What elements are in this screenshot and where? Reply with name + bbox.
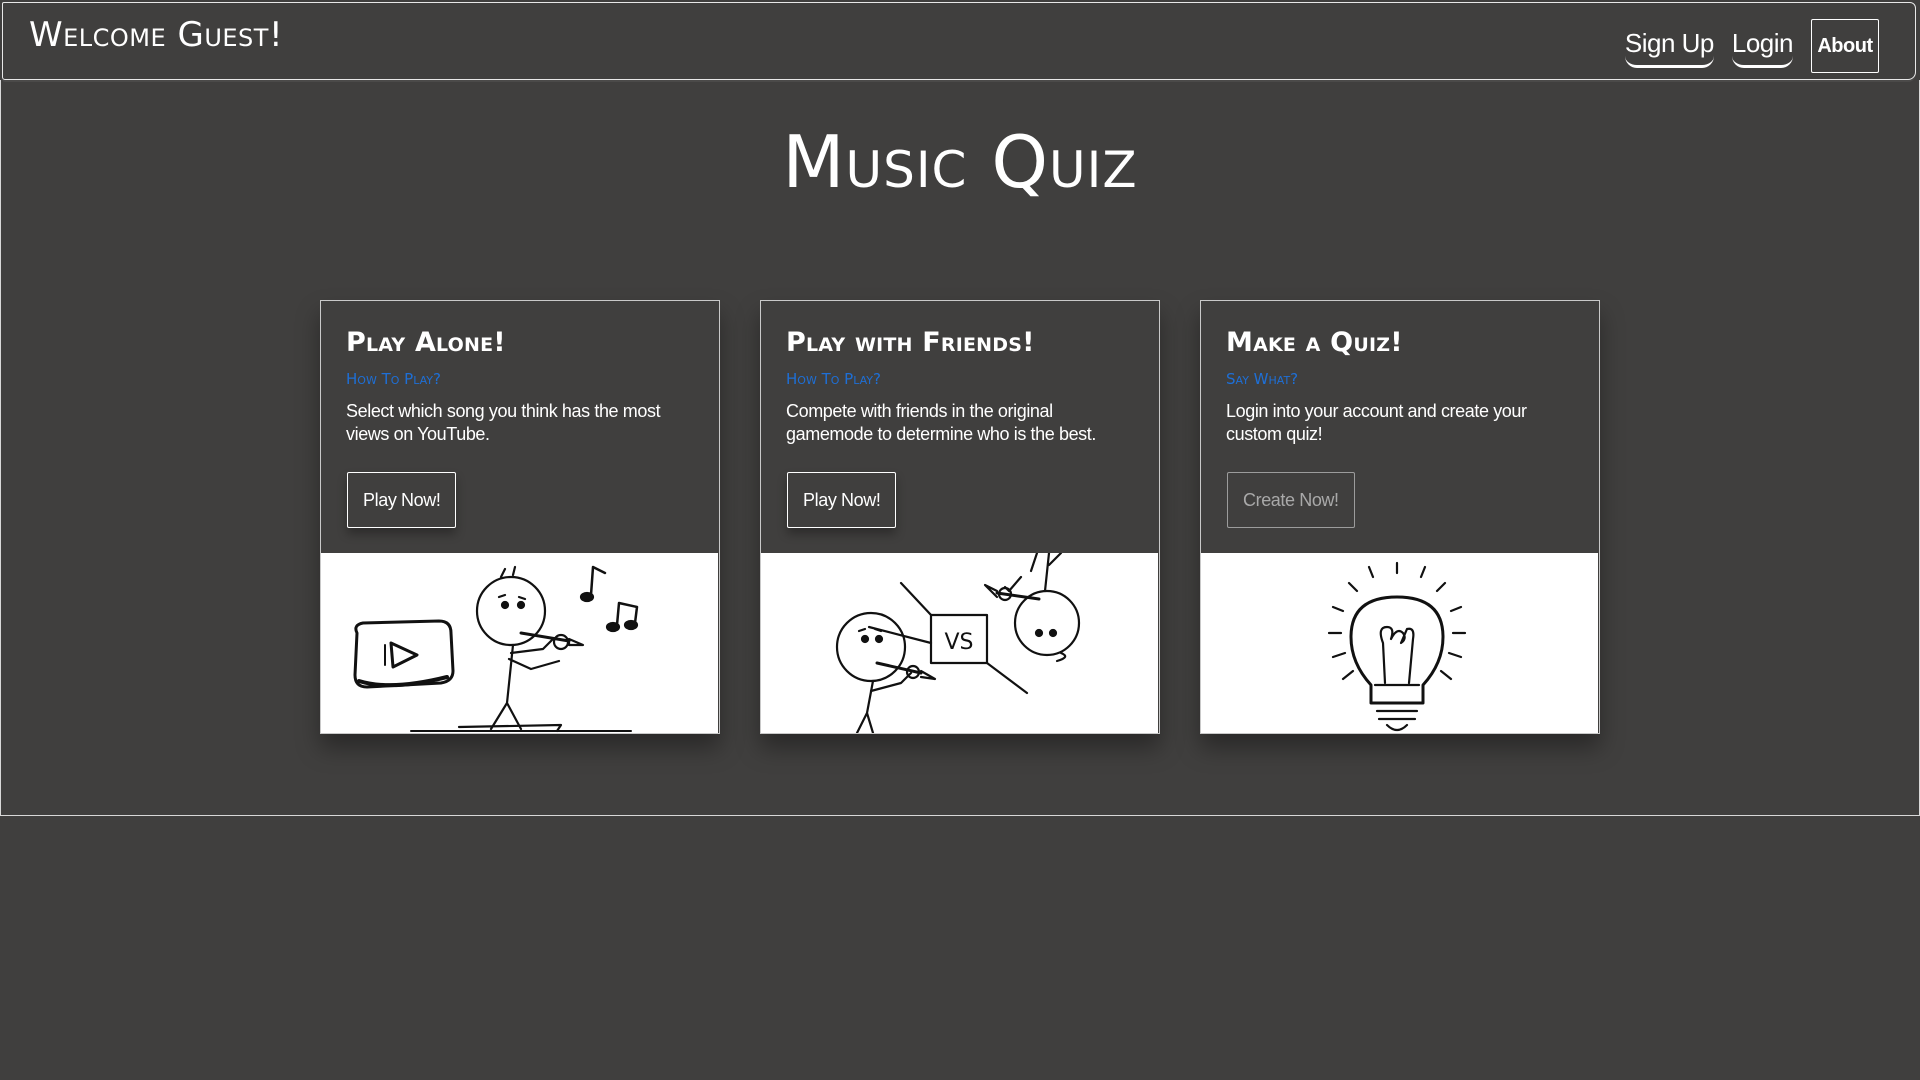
card-title: Make a Quiz!	[1226, 327, 1403, 358]
create-now-button[interactable]: Create Now!	[1227, 472, 1355, 528]
page-title: Music Quiz	[782, 120, 1138, 204]
sign-up-link[interactable]: Sign Up	[1624, 24, 1714, 68]
card-play-with-friends: Play with Friends! How To Play? Compete …	[760, 300, 1160, 734]
card-description: Compete with friends in the original gam…	[786, 401, 1096, 444]
card-title: Play Alone!	[346, 327, 506, 358]
stick-figure-music-illustration	[321, 553, 718, 733]
play-with-friends-button[interactable]: Play Now!	[787, 472, 897, 528]
card-body: Make a Quiz! Say What? Login into your a…	[1201, 301, 1599, 553]
lightbulb-illustration	[1201, 553, 1598, 733]
versus-icon: VS	[835, 553, 1081, 733]
card-body: Play with Friends! How To Play? Compete …	[761, 301, 1159, 553]
play-alone-button[interactable]: Play Now!	[347, 472, 457, 528]
lightbulb-icon	[1327, 561, 1467, 732]
how-to-play-link[interactable]: How To Play?	[786, 370, 1134, 388]
login-link[interactable]: Login	[1731, 24, 1794, 68]
card-title: Play with Friends!	[786, 327, 1035, 358]
welcome-brand: Welcome Guest!	[29, 15, 284, 55]
nav-links: Sign Up Login About	[1607, 19, 1879, 73]
card-description: Login into your account and create your …	[1226, 401, 1527, 444]
stick-figure-music-icon	[353, 565, 639, 733]
card-body: Play Alone! How To Play? Select which so…	[321, 301, 719, 553]
card-play-alone: Play Alone! How To Play? Select which so…	[320, 300, 720, 734]
about-button[interactable]: About	[1811, 19, 1879, 73]
top-navbar: Welcome Guest! Sign Up Login About	[2, 2, 1916, 80]
card-make-a-quiz: Make a Quiz! Say What? Login into your a…	[1200, 300, 1600, 734]
stick-figures-versus-illustration: VS	[761, 553, 1158, 733]
how-to-play-link[interactable]: How To Play?	[346, 370, 694, 388]
say-what-link[interactable]: Say What?	[1226, 370, 1574, 388]
card-description: Select which song you think has the most…	[346, 401, 661, 444]
vs-label: VS	[944, 630, 973, 655]
